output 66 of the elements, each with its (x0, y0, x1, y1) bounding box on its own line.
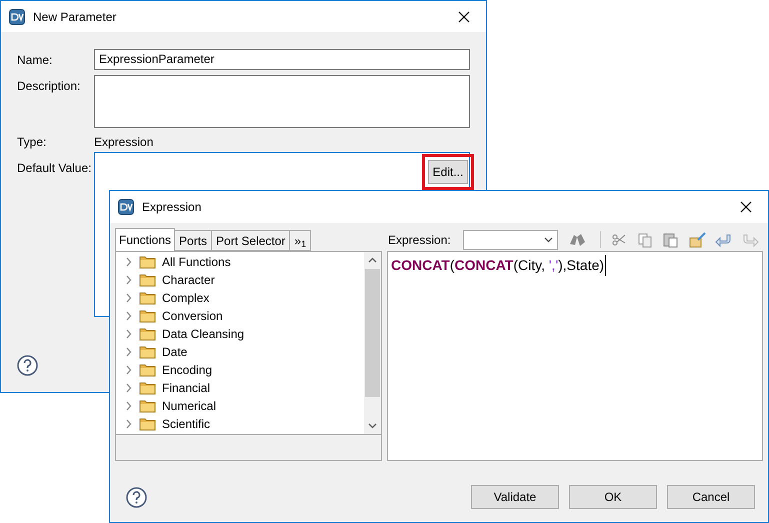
tree-item[interactable]: Encoding (162, 361, 212, 379)
tab[interactable]: Ports (175, 230, 212, 251)
expand-icon[interactable] (125, 347, 133, 357)
expand-icon[interactable] (125, 383, 133, 393)
folder-icon (139, 255, 156, 269)
undo-icon[interactable] (715, 232, 733, 248)
edit-button[interactable]: Edit... (428, 160, 468, 184)
paste-icon[interactable] (663, 232, 679, 248)
tree-item[interactable]: All Functions (162, 253, 231, 271)
name-field[interactable]: ExpressionParameter (94, 49, 470, 70)
tree-item[interactable]: Character (162, 271, 215, 289)
expand-icon[interactable] (125, 275, 133, 285)
redo-icon[interactable] (741, 232, 759, 248)
field-label: Name: (17, 52, 52, 69)
tab[interactable]: Port Selector (212, 230, 290, 251)
help-icon[interactable] (17, 355, 38, 376)
expression-text: CONCAT(CONCAT(City, ','),State) (391, 255, 606, 276)
tree-item[interactable]: Conversion (162, 307, 223, 325)
tab[interactable]: Functions (115, 228, 176, 251)
scrollbar[interactable] (364, 252, 381, 434)
description-field[interactable] (94, 75, 470, 128)
dialog-button[interactable]: Cancel (667, 485, 755, 509)
tree-item[interactable]: Financial (162, 379, 210, 397)
dialog-button[interactable]: OK (569, 485, 657, 509)
app-logo-icon (118, 199, 134, 215)
tree-item[interactable]: Data Cleansing (162, 325, 244, 343)
folder-icon (139, 273, 156, 287)
expand-icon[interactable] (125, 311, 133, 321)
folder-icon (139, 363, 156, 377)
copy-icon[interactable] (637, 232, 653, 248)
dialog-button[interactable]: Validate (471, 485, 559, 509)
expression-dropdown[interactable] (462, 230, 558, 250)
expand-icon[interactable] (125, 419, 133, 429)
type-value: Expression (94, 134, 154, 151)
folder-icon (139, 327, 156, 341)
folder-icon (139, 399, 156, 413)
binoculars-icon[interactable] (568, 232, 586, 248)
field-label: Type: (17, 134, 46, 151)
tree-item[interactable]: Date (162, 343, 188, 361)
folder-icon (139, 291, 156, 305)
expand-icon[interactable] (125, 257, 133, 267)
tab[interactable]: »$_{1}$ (290, 230, 312, 251)
tree-item[interactable]: Complex (162, 289, 210, 307)
scrollbar-thumb[interactable] (365, 269, 380, 397)
expand-icon[interactable] (125, 329, 133, 339)
tree-item[interactable]: Numerical (162, 397, 216, 415)
expression-label: Expression: (388, 232, 451, 248)
field-label: Default Value: (17, 160, 92, 177)
expand-icon[interactable] (125, 401, 133, 411)
cut-icon[interactable] (611, 232, 627, 248)
help-icon[interactable] (126, 486, 147, 508)
folder-icon (139, 309, 156, 323)
expand-icon[interactable] (125, 293, 133, 303)
caret-icon (544, 236, 553, 242)
folder-icon (139, 417, 156, 431)
window-title: Expression (142, 199, 202, 216)
expand-icon[interactable] (125, 365, 133, 375)
window-title: New Parameter (33, 8, 116, 26)
close-icon[interactable] (458, 10, 470, 22)
close-icon[interactable] (740, 201, 752, 213)
expression-editor[interactable]: CONCAT(CONCAT(City, ','),State) (387, 251, 763, 461)
app-logo-icon (9, 8, 25, 24)
field-label: Description: (17, 78, 80, 95)
folder-icon (139, 345, 156, 359)
tree-item[interactable]: Scientific (162, 415, 210, 433)
folder-icon (139, 381, 156, 395)
